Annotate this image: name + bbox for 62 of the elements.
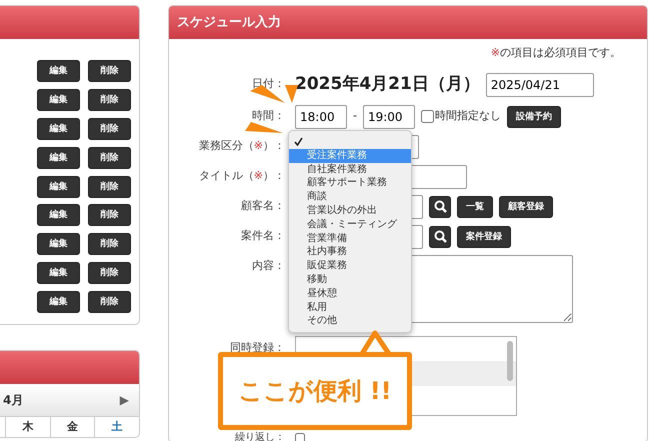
edit-button[interactable]: 編集 (37, 118, 80, 140)
form-title: スケジュール入力 (169, 6, 647, 39)
edit-button[interactable]: 編集 (37, 176, 80, 198)
dropdown-option[interactable]: 私用 (289, 300, 411, 314)
dropdown-option[interactable]: 販促業務 (289, 259, 411, 273)
delete-button[interactable]: 削除 (88, 291, 131, 314)
delete-button[interactable]: 削除 (88, 176, 131, 198)
no-time-checkbox[interactable] (420, 110, 434, 123)
dropdown-option[interactable]: 昼休憩 (289, 286, 411, 301)
delete-button[interactable]: 削除 (88, 88, 131, 111)
dropdown-option[interactable]: 商談 (289, 190, 411, 204)
search-icon (434, 230, 446, 243)
edit-button[interactable]: 編集 (37, 233, 80, 256)
dropdown-option[interactable]: 自社案件業務 (289, 162, 411, 176)
edit-button[interactable]: 編集 (37, 204, 80, 226)
delete-button[interactable]: 削除 (88, 118, 131, 140)
time-field[interactable]: 18:00 (295, 104, 347, 128)
edit-button[interactable]: 編集 (37, 291, 80, 314)
dropdown-option[interactable]: その他 (289, 314, 411, 328)
required-note: ※の項目は必須項目です。 (490, 45, 621, 61)
edit-button[interactable]: 編集 (37, 60, 80, 82)
field-label: 案件名： (240, 228, 285, 244)
field-label: 内容： (251, 258, 285, 274)
callout-tooltip: ここが便利 !! (218, 352, 412, 430)
checkbox-label: 時間指定なし (434, 108, 501, 124)
delete-button[interactable]: 削除 (88, 262, 131, 284)
separator-text: - (353, 108, 357, 124)
edit-button[interactable]: 編集 (37, 88, 80, 111)
weekday-cell: 金 (50, 417, 94, 438)
field-label: 時間： (251, 108, 285, 124)
dropdown-option[interactable]: 営業以外の外出 (289, 204, 411, 218)
date-field[interactable]: 2025/04/21 (486, 72, 594, 96)
dropdown-option[interactable]: 移動 (289, 272, 411, 287)
month-label: 4月 (3, 392, 24, 410)
delete-button[interactable]: 削除 (88, 60, 131, 82)
scrollbar (507, 340, 513, 380)
date-display: 2025年4月21日（月） (295, 72, 480, 96)
action-button[interactable]: 案件登録 (457, 226, 511, 248)
dropdown-option[interactable]: 社内事務 (289, 245, 411, 260)
dropdown-option[interactable]: 顧客サポート業務 (289, 176, 411, 190)
next-month-button[interactable]: ▶ (120, 391, 129, 410)
delete-button[interactable]: 削除 (88, 146, 131, 169)
repeat-checkbox[interactable] (295, 433, 305, 441)
search-button[interactable] (429, 196, 451, 218)
action-button[interactable]: 顧客登録 (499, 196, 553, 218)
weekday-cell: 木 (5, 417, 50, 438)
field-label: 顧客名： (240, 198, 285, 214)
time-field[interactable]: 19:00 (362, 104, 415, 128)
dropdown-option[interactable]: 営業準備 (289, 232, 411, 246)
dropdown-option[interactable]: 会議・ミーティング (289, 218, 411, 232)
field-label: タイトル（※）： (198, 168, 285, 184)
delete-button[interactable]: 削除 (88, 204, 131, 226)
weekday-cell: 土 (94, 417, 139, 438)
search-icon (434, 200, 446, 213)
action-button[interactable]: 一覧 (457, 196, 493, 218)
equipment-button[interactable]: 設備予約 (506, 106, 561, 128)
check-icon (294, 136, 303, 146)
field-label: 業務区分（※）： (198, 138, 285, 154)
edit-button[interactable]: 編集 (37, 146, 80, 169)
delete-button[interactable]: 削除 (88, 233, 131, 256)
edit-button[interactable]: 編集 (37, 262, 80, 284)
search-button[interactable] (429, 226, 451, 248)
